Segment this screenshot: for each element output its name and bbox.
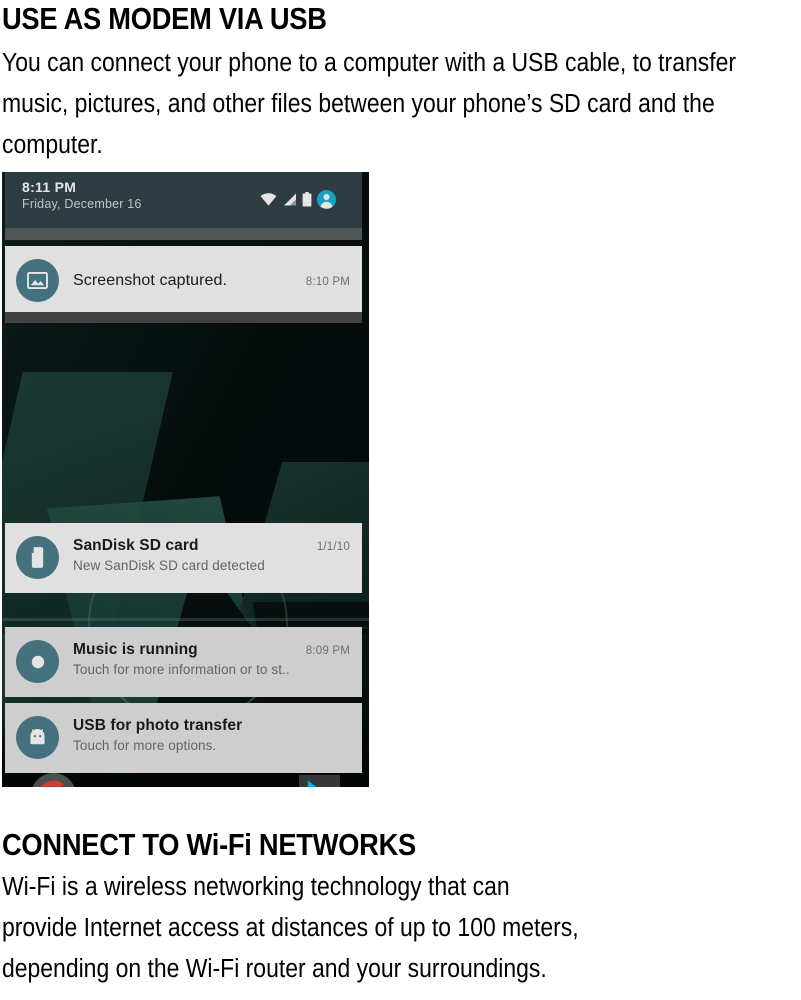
battery-icon <box>302 192 312 207</box>
notification-body: SanDisk SD card 1/1/10 New SanDisk SD ca… <box>73 534 350 573</box>
notification-time: 1/1/10 <box>316 541 350 553</box>
notification-screenshot[interactable]: Screenshot captured. 8:10 PM <box>5 246 362 312</box>
user-avatar-icon[interactable] <box>317 190 336 209</box>
android-robot-icon <box>16 716 59 759</box>
intro-paragraph: You can connect your phone to a computer… <box>2 49 736 159</box>
shade-divider-top <box>5 228 362 240</box>
notification-divider <box>5 312 362 323</box>
cell-signal-icon <box>282 193 297 206</box>
notification-sd-card[interactable]: SanDisk SD card 1/1/10 New SanDisk SD ca… <box>5 523 362 593</box>
notification-time: 8:09 PM <box>305 645 350 657</box>
notification-subtitle: New SanDisk SD card detected <box>73 558 265 573</box>
notification-body: Screenshot captured. 8:10 PM <box>73 269 350 290</box>
status-bar-time: 8:11 PM <box>22 179 77 195</box>
wifi-paragraph-line-2: provide Internet access at distances of … <box>2 914 579 942</box>
notification-title: Screenshot captured. <box>73 271 228 289</box>
notification-title: Music is running <box>73 641 198 658</box>
notification-subtitle: Touch for more options. <box>73 738 217 753</box>
notification-subtitle: Touch for more information or to st.. <box>73 662 290 677</box>
status-bar-clock: 8:11 PM Friday, December 16 <box>22 179 142 212</box>
page-title: USE AS MODEM VIA USB <box>2 1 327 36</box>
play-store-icon <box>296 772 343 787</box>
notification-title: USB for photo transfer <box>73 717 243 734</box>
section-connect-to-wifi: CONNECT TO Wi-Fi NETWORKS Wi-Fi is a wir… <box>2 828 792 990</box>
notification-body: Music is running 8:09 PM Touch for more … <box>73 638 350 677</box>
wifi-paragraph-line-3: depending on the Wi-Fi router and your s… <box>2 955 547 983</box>
wifi-paragraph-line-1: Wi-Fi is a wireless networking technolog… <box>2 873 510 901</box>
section-use-as-modem: USE AS MODEM VIA USB You can connect you… <box>2 0 797 166</box>
document-page: USE AS MODEM VIA USB You can connect you… <box>0 0 801 1000</box>
wifi-paragraph: Wi-Fi is a wireless networking technolog… <box>2 867 791 990</box>
home-icon-play-store[interactable]: Play Store <box>282 772 356 787</box>
music-disc-icon <box>16 640 59 683</box>
phone-screenshot-image: 8:11 PM Friday, December 16 Screenshot c… <box>2 172 369 787</box>
notification-time: 8:10 PM <box>305 275 350 288</box>
notification-body: USB for photo transfer Touch for more op… <box>73 714 350 753</box>
status-bar-date: Friday, December 16 <box>22 197 142 211</box>
sd-card-icon <box>16 536 59 579</box>
notification-title: SanDisk SD card <box>73 537 199 554</box>
home-icon-google[interactable]: Google <box>16 772 90 787</box>
status-bar: 8:11 PM Friday, December 16 <box>5 172 362 228</box>
google-folder-icon <box>30 772 77 787</box>
notification-music[interactable]: Music is running 8:09 PM Touch for more … <box>5 627 362 697</box>
section-title-wifi: CONNECT TO Wi-Fi NETWORKS <box>2 827 416 862</box>
notification-usb-transfer[interactable]: USB for photo transfer Touch for more op… <box>5 703 362 773</box>
status-bar-icons <box>260 190 336 209</box>
wifi-icon <box>260 193 277 206</box>
image-icon <box>16 258 59 302</box>
